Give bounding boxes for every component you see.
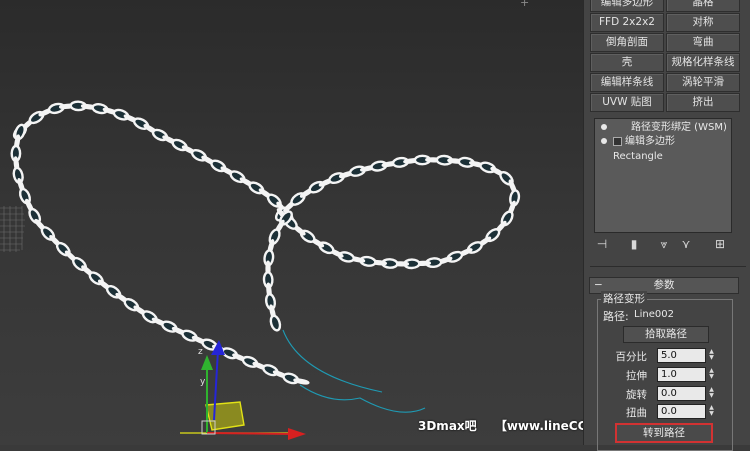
twist-label: 扭曲 [626,407,647,419]
stack-item-label: 编辑多边形 [625,136,675,147]
rotation-field[interactable]: 0.0 [657,386,706,401]
modifier-button[interactable]: 弯曲 [666,33,740,52]
path-value: Line002 [634,309,674,320]
gizmo-object [180,401,292,434]
pick-path-button[interactable]: 拾取路径 [623,326,709,343]
modifier-stack[interactable]: 路径变形绑定 (WSM) 编辑多边形 Rectangle [594,118,732,233]
chain-link [269,314,282,332]
stack-item-label: 路径变形绑定 (WSM) [631,122,727,133]
rotation-spinner-arrows[interactable]: ▲ ▼ [707,387,716,400]
stretch-spinner-arrows[interactable]: ▲ ▼ [707,368,716,381]
modifier-button[interactable]: 挤出 [666,93,740,112]
percent-spinner-arrows[interactable]: ▲ ▼ [707,349,716,362]
stack-item-label: Rectangle [613,151,663,162]
stretch-field[interactable]: 1.0 [657,367,706,382]
rotation-label: 旋转 [626,389,647,401]
modifier-button[interactable]: UVW 贴图 [590,93,664,112]
group-title: 路径变形 [601,291,647,306]
twist-field[interactable]: 0.0 [657,404,706,419]
modifier-button[interactable]: FFD 2x2x2 [590,13,664,32]
modifier-button[interactable]: 对称 [666,13,740,32]
modifier-button[interactable]: 涡轮平滑 [666,73,740,92]
watermark-url: 【www.lineCG.com/tieba/1771】 [494,419,583,433]
chain-segment-left [20,106,290,225]
chain-segment-lower [16,132,305,382]
modifier-button[interactable]: 倒角剖面 [590,33,664,52]
grid-fragment [0,206,25,252]
lightbulb-icon[interactable] [601,124,607,130]
lightbulb-icon[interactable] [601,138,607,144]
remove-modifier-icon[interactable]: ⋎ [678,236,694,252]
modifier-button[interactable]: 编辑多边形 [590,0,664,12]
modifier-button[interactable]: 壳 [590,53,664,72]
stack-item-path-deform[interactable]: 路径变形绑定 (WSM) [595,121,731,135]
viewport-scene[interactable]: z y [0,0,583,445]
make-unique-icon[interactable]: ⩔ [656,236,672,252]
svg-text:y: y [200,377,206,387]
modifier-button[interactable]: 编辑样条线 [590,73,664,92]
percent-label: 百分比 [615,351,648,363]
stretch-label: 拉伸 [626,370,647,382]
path-spline-2[interactable] [299,384,426,413]
move-to-path-button[interactable]: 转到路径 [615,423,713,443]
viewport-corner-label[interactable]: + [520,0,529,9]
twist-spinner-arrows[interactable]: ▲ ▼ [707,405,716,418]
stack-item-rectangle[interactable]: Rectangle [595,150,731,164]
expand-icon[interactable] [613,137,622,146]
watermark-brand: 3Dmax吧 [418,419,477,433]
divider [590,266,746,267]
show-end-result-icon[interactable]: ▮ [626,236,642,252]
chain-links [10,100,521,385]
path-label: 路径: [603,310,629,323]
stack-toolbar: ⊣ ▮ ⩔ ⋎ ⊞ [594,236,734,254]
stack-item-edit-poly[interactable]: 编辑多边形 [595,135,731,149]
configure-sets-icon[interactable]: ⊞ [712,236,728,252]
viewport-perspective[interactable]: z y + 3Dmax吧 【www.lineCG.com/tieba/1771】 [0,0,583,445]
parameters-rollout: − 参数 路径变形 路径: Line002 拾取路径 百分比 5.0 ▲ ▼ 拉伸… [589,277,739,451]
rollout-title: 参数 [653,279,675,291]
modifier-button[interactable]: 晶格 [666,0,740,12]
watermark: 3Dmax吧 【www.lineCG.com/tieba/1771】 [418,417,583,434]
modifier-button[interactable]: 规格化样条线 [666,53,740,72]
svg-text:z: z [198,347,203,357]
percent-field[interactable]: 5.0 [657,348,706,363]
pin-stack-icon[interactable]: ⊣ [594,236,610,252]
